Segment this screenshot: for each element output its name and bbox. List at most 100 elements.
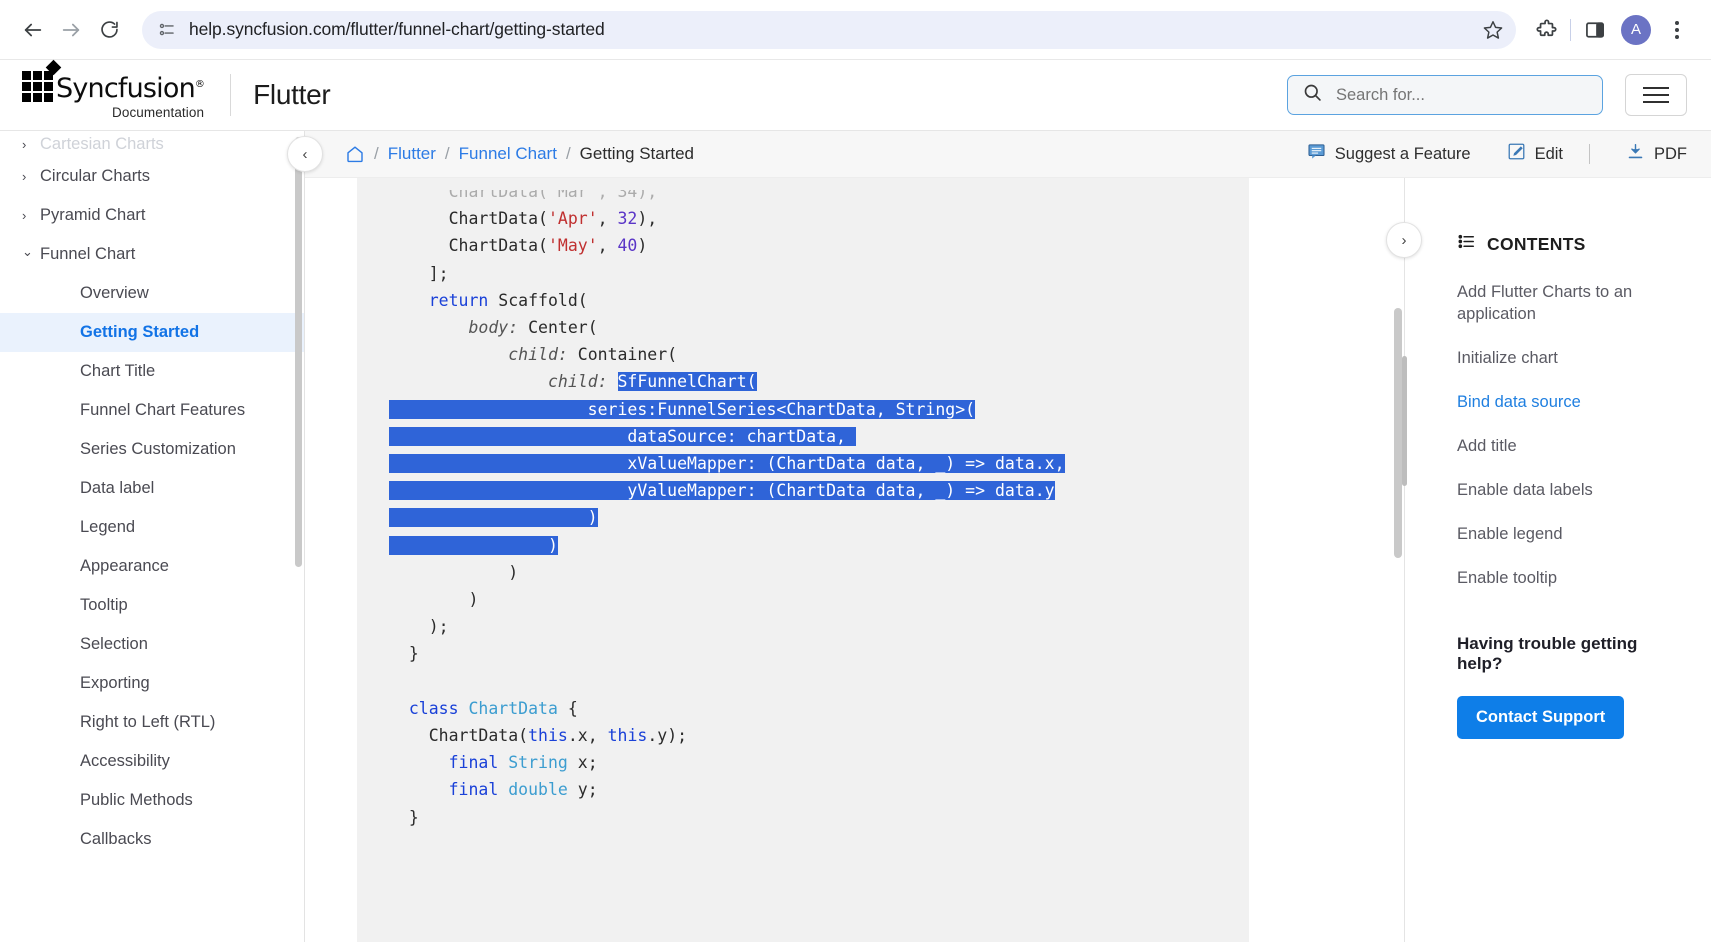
code-line: ) xyxy=(389,590,479,610)
extensions-puzzle-icon[interactable] xyxy=(1526,11,1566,49)
sidebar-scrollbar-thumb[interactable] xyxy=(295,137,302,567)
code-line: xValueMapper: (ChartData data, _) => dat… xyxy=(389,454,1065,474)
sidebar-item-overview[interactable]: Overview xyxy=(0,274,304,313)
three-dot-menu-icon[interactable] xyxy=(1657,11,1697,49)
forward-arrow-icon[interactable] xyxy=(52,11,90,49)
sidebar-item-label: Pyramid Chart xyxy=(40,206,146,224)
sidebar-item-chart-title[interactable]: Chart Title xyxy=(0,352,304,391)
sidebar-item-data-label[interactable]: Data label xyxy=(0,469,304,508)
browser-action-group: A xyxy=(1526,11,1697,49)
code-top-fade xyxy=(357,178,1249,190)
sidebar-item-circular-charts[interactable]: › Circular Charts xyxy=(0,157,304,196)
article-scrollbar-thumb[interactable] xyxy=(1394,308,1402,558)
sidebar-item-appearance[interactable]: Appearance xyxy=(0,547,304,586)
avatar[interactable]: A xyxy=(1621,14,1651,45)
brand-logo[interactable]: Syncfusion® Documentation Flutter xyxy=(22,59,331,120)
sidebar-item-funnel-chart[interactable]: ⌄ Funnel Chart xyxy=(0,235,304,274)
code-line: child: Container( xyxy=(508,345,678,365)
toc-link-enable-data-labels[interactable]: Enable data labels xyxy=(1457,480,1685,502)
pdf-label: PDF xyxy=(1654,144,1687,163)
toolbar-divider xyxy=(1570,18,1571,41)
edit-button[interactable]: Edit xyxy=(1507,142,1563,166)
back-arrow-icon[interactable] xyxy=(14,11,52,49)
toc-link-initialize-chart[interactable]: Initialize chart xyxy=(1457,348,1685,370)
browser-toolbar: help.syncfusion.com/flutter/funnel-chart… xyxy=(0,0,1711,59)
sidebar-item-pyramid-chart[interactable]: › Pyramid Chart xyxy=(0,196,304,235)
code-block[interactable]: ChartData('Mar', 34), ChartData('Apr', 3… xyxy=(357,178,1249,942)
breadcrumb-separator: / xyxy=(565,144,571,163)
sidebar-item-label: Chart Title xyxy=(80,362,156,380)
sidebar-scroll-container: › Cartesian Charts › Circular Charts › Pyra… xyxy=(0,131,304,859)
search-box[interactable] xyxy=(1287,75,1603,115)
sidebar-item-label: Selection xyxy=(80,635,148,653)
sidebar-item-label: Public Methods xyxy=(80,791,193,809)
sidebar-item-list: › Circular Charts › Pyramid Chart ⌄ Funnel Ch… xyxy=(0,157,304,859)
article-body: ChartData('Mar', 34), ChartData('Apr', 3… xyxy=(305,178,1402,942)
code-line: dataSource: chartData, xyxy=(389,426,856,446)
sidebar-item-label: Cartesian Charts xyxy=(40,134,164,153)
star-icon[interactable] xyxy=(1482,19,1504,41)
chevron-right-icon[interactable]: › xyxy=(22,169,40,184)
code-line: ) xyxy=(389,562,519,582)
sidebar-item-label: Exporting xyxy=(80,674,150,692)
sidebar-item-public-methods[interactable]: Public Methods xyxy=(0,781,304,820)
url-text[interactable]: help.syncfusion.com/flutter/funnel-chart… xyxy=(189,19,1474,40)
toc-rail-scrollbar-thumb[interactable] xyxy=(1402,356,1407,486)
syncfusion-logo[interactable]: Syncfusion® Documentation xyxy=(22,59,205,120)
chevron-down-icon[interactable]: ⌄ xyxy=(22,244,40,260)
home-icon[interactable] xyxy=(345,144,365,164)
chevron-left-icon[interactable]: ‹ xyxy=(287,136,323,172)
code-line: ChartData('May', 40) xyxy=(389,236,648,256)
download-icon xyxy=(1626,142,1645,166)
sidebar-scrollbar[interactable] xyxy=(295,131,303,942)
side-panel-icon[interactable] xyxy=(1575,11,1615,49)
toc-link-add-title[interactable]: Add title xyxy=(1457,436,1685,458)
sidebar-item-right-to-left-rtl[interactable]: Right to Left (RTL) xyxy=(0,703,304,742)
sidebar-item-accessibility[interactable]: Accessibility xyxy=(0,742,304,781)
sidebar-item-selection[interactable]: Selection xyxy=(0,625,304,664)
toc-link-add-flutter-charts-to-an-application[interactable]: Add Flutter Charts to an application xyxy=(1457,282,1685,326)
sidebar-item-label: Tooltip xyxy=(80,596,128,614)
pdf-button[interactable]: PDF xyxy=(1626,142,1687,166)
sidebar-item-cartesian-charts[interactable]: › Cartesian Charts xyxy=(0,131,304,157)
search-input[interactable] xyxy=(1334,84,1588,106)
breadcrumb-item-flutter[interactable]: Flutter xyxy=(388,144,436,164)
breadcrumb-item-funnel-chart[interactable]: Funnel Chart xyxy=(459,144,557,164)
search-icon xyxy=(1302,82,1323,108)
list-icon xyxy=(1457,232,1476,256)
code-content[interactable]: ChartData('Mar', 34), ChartData('Apr', 3… xyxy=(357,178,1249,831)
sidebar-item-label: Data label xyxy=(80,479,155,497)
sidebar-item-funnel-chart-features[interactable]: Funnel Chart Features xyxy=(0,391,304,430)
address-bar[interactable]: help.syncfusion.com/flutter/funnel-chart… xyxy=(142,10,1516,49)
feedback-icon xyxy=(1307,142,1326,166)
chevron-right-icon[interactable]: › xyxy=(22,208,40,223)
sidebar-nav[interactable]: › Cartesian Charts › Circular Charts › Pyra… xyxy=(0,131,305,942)
chevron-right-icon[interactable]: › xyxy=(1386,222,1422,258)
contact-support-button[interactable]: Contact Support xyxy=(1457,695,1625,739)
site-header: Syncfusion® Documentation Flutter xyxy=(0,59,1711,131)
contents-heading: CONTENTS xyxy=(1457,232,1685,256)
menu-icon[interactable] xyxy=(1625,74,1687,116)
registered-mark: ® xyxy=(194,78,205,90)
sidebar-item-getting-started[interactable]: Getting Started xyxy=(0,313,304,352)
code-line: final String x; xyxy=(448,753,598,773)
toc-link-enable-legend[interactable]: Enable legend xyxy=(1457,524,1685,546)
sidebar-item-label: Series Customization xyxy=(80,440,236,458)
chevron-right-icon: › xyxy=(22,136,27,152)
table-of-contents: CONTENTS Add Flutter Charts to an applic… xyxy=(1405,178,1711,942)
toc-link-bind-data-source[interactable]: Bind data source xyxy=(1457,392,1685,414)
breadcrumb-separator: / xyxy=(374,144,379,163)
sidebar-item-exporting[interactable]: Exporting xyxy=(0,664,304,703)
sidebar-item-legend[interactable]: Legend xyxy=(0,508,304,547)
suggest-a-feature-button[interactable]: Suggest a Feature xyxy=(1307,142,1471,166)
toolbar-divider xyxy=(1589,144,1590,164)
toc-link-enable-tooltip[interactable]: Enable tooltip xyxy=(1457,568,1685,590)
site-info-icon[interactable] xyxy=(158,20,177,39)
sidebar-item-tooltip[interactable]: Tooltip xyxy=(0,586,304,625)
sidebar-item-label: Accessibility xyxy=(80,752,170,770)
sidebar-item-series-customization[interactable]: Series Customization xyxy=(0,430,304,469)
breadcrumb: / Flutter / Funnel Chart / Getting Start… xyxy=(345,144,694,164)
sidebar-item-callbacks[interactable]: Callbacks xyxy=(0,820,304,859)
reload-icon[interactable] xyxy=(90,11,128,49)
toolbar-actions: Suggest a Feature Edit PDF xyxy=(1271,142,1687,166)
